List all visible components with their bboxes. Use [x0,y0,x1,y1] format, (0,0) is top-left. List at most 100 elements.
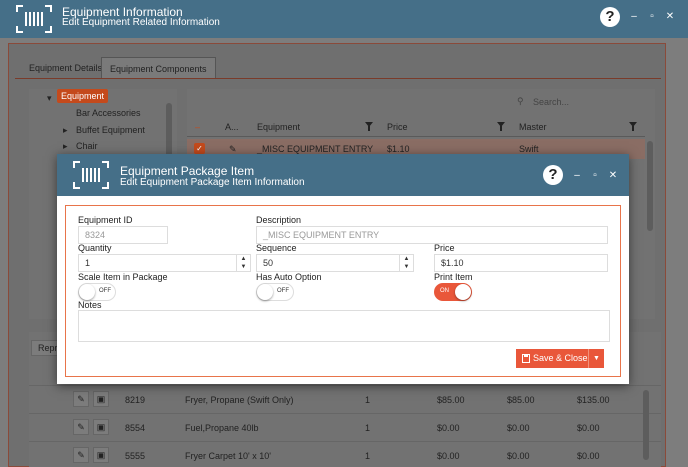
spinner-arrows-icon[interactable]: ▲ ▼ [399,255,413,271]
toggle-state: ON [440,288,449,294]
quantity-value: 1 [85,258,91,268]
detail-icon[interactable]: ▣ [93,391,109,407]
minimize-button[interactable]: – [628,11,640,22]
help-icon[interactable]: ? [543,165,563,185]
grid-header: – A... Equipment Price Master [187,117,645,137]
tab-divider [15,78,661,79]
notes-field[interactable] [78,310,610,342]
quantity-label: Quantity [78,243,112,253]
cell-master: Swift [519,144,539,154]
column-header-price[interactable]: Price [387,122,408,132]
cell-qty: 1 [365,395,371,405]
barcode-logo-icon [16,5,52,33]
close-button[interactable]: ✕ [607,170,619,181]
equipment-id-label: Equipment ID [78,215,133,225]
sequence-value: 50 [263,258,274,268]
tree-expand-icon[interactable]: ▾ [47,93,52,104]
select-all-icon[interactable]: – [195,122,200,132]
auto-option-label: Has Auto Option [256,272,322,282]
cell-price-1: $0.00 [437,423,460,433]
cell-price-3: $135.00 [577,395,610,405]
lower-scrollbar[interactable] [643,390,649,460]
column-header-master[interactable]: Master [519,122,547,132]
table-row[interactable]: ✎ ▣ 5555 Fryer Carpet 10' x 10' 1 $0.00 … [29,441,661,467]
tab-equipment-components[interactable]: Equipment Components [101,57,216,79]
row-checkbox[interactable]: ✓ [194,143,205,154]
scale-item-toggle[interactable]: OFF [78,283,116,301]
quantity-stepper[interactable]: 1 ▲ ▼ [78,254,251,272]
barcode-logo-icon [73,161,109,189]
toggle-state: OFF [99,288,111,294]
column-header-a[interactable]: A... [225,122,239,132]
cell-equipment: _MISC EQUIPMENT ENTRY [257,144,374,154]
equipment-id-field: 8324 [78,226,168,244]
edit-pencil-icon[interactable]: ✎ [73,391,89,407]
maximize-button[interactable]: ▫ [589,170,601,181]
tree-item-bar-accessories[interactable]: Bar Accessories [76,108,141,118]
search-icon: ⚲ [517,96,524,106]
grid-scrollbar[interactable] [647,141,653,231]
detail-icon[interactable]: ▣ [93,447,109,463]
tree-item-chair[interactable]: Chair [76,141,98,151]
toggle-knob [257,284,273,300]
grid-search[interactable]: ⚲ Search... [517,94,645,112]
cell-price-2: $0.00 [507,423,530,433]
description-label: Description [256,215,302,225]
cell-price-3: $0.00 [577,451,600,461]
print-item-toggle[interactable]: ON [434,283,472,301]
detail-icon[interactable]: ▣ [93,419,109,435]
chevron-down-icon[interactable]: ▼ [588,349,604,368]
price-field[interactable]: $1.10 [434,254,608,272]
help-icon[interactable]: ? [600,7,620,27]
cell-price-2: $85.00 [507,395,535,405]
tree-expand-icon[interactable]: ▸ [63,141,68,152]
equipment-package-item-dialog: Equipment Package Item Edit Equipment Pa… [57,154,629,384]
filter-icon[interactable] [629,122,637,131]
cell-price-1: $0.00 [437,451,460,461]
cell-name: Fuel,Propane 40lb [185,423,259,433]
cell-price-1: $85.00 [437,395,465,405]
close-button[interactable]: ✕ [664,11,676,22]
tab-equipment-details[interactable]: Equipment Details [21,57,110,79]
cell-id: 5555 [125,451,146,461]
sequence-stepper[interactable]: 50 ▲ ▼ [256,254,414,272]
description-field: _MISC EQUIPMENT ENTRY [256,226,608,244]
sequence-label: Sequence [256,243,297,253]
dialog-form: Equipment ID 8324 Description _MISC EQUI… [65,205,621,377]
save-close-button[interactable]: Save & Close ▼ [516,349,604,368]
filter-icon[interactable] [365,122,373,131]
cell-price: $1.10 [387,144,410,154]
window-subtitle: Edit Equipment Related Information [62,17,220,28]
cell-name: Fryer Carpet 10' x 10' [185,451,271,461]
toggle-knob [79,284,95,300]
cell-qty: 1 [365,423,371,433]
cell-price-3: $0.00 [577,423,600,433]
dialog-header: Equipment Package Item Edit Equipment Pa… [57,154,629,196]
cell-qty: 1 [365,451,371,461]
auto-option-toggle[interactable]: OFF [256,283,294,301]
toggle-state: OFF [277,288,289,294]
column-header-equipment[interactable]: Equipment [257,122,300,132]
print-item-label: Print Item [434,272,473,282]
table-row[interactable]: ✎ ▣ 8554 Fuel,Propane 40lb 1 $0.00 $0.00… [29,413,661,441]
cell-id: 8219 [125,395,146,405]
table-row[interactable]: ✎ ▣ 8219 Fryer, Propane (Swift Only) 1 $… [29,385,661,413]
tree-expand-icon[interactable]: ▸ [63,125,68,136]
price-label: Price [434,243,455,253]
spinner-arrows-icon[interactable]: ▲ ▼ [236,255,250,271]
filter-icon[interactable] [497,122,505,131]
window-header: Equipment Information Edit Equipment Rel… [0,0,688,38]
dialog-title: Equipment Package Item [120,164,255,178]
maximize-button[interactable]: ▫ [646,11,658,22]
save-close-label: Save & Close [533,353,588,363]
edit-pencil-icon[interactable]: ✎ [73,447,89,463]
search-placeholder: Search... [533,97,570,107]
edit-pencil-icon[interactable]: ✎ [73,419,89,435]
tree-item-equipment[interactable]: Equipment [57,89,109,103]
save-disk-icon [522,354,530,363]
toggle-knob [455,284,471,300]
minimize-button[interactable]: – [571,170,583,181]
dialog-subtitle: Edit Equipment Package Item Information [120,177,305,188]
tree-item-buffet-equipment[interactable]: Buffet Equipment [76,125,145,135]
scale-item-label: Scale Item in Package [78,272,168,282]
